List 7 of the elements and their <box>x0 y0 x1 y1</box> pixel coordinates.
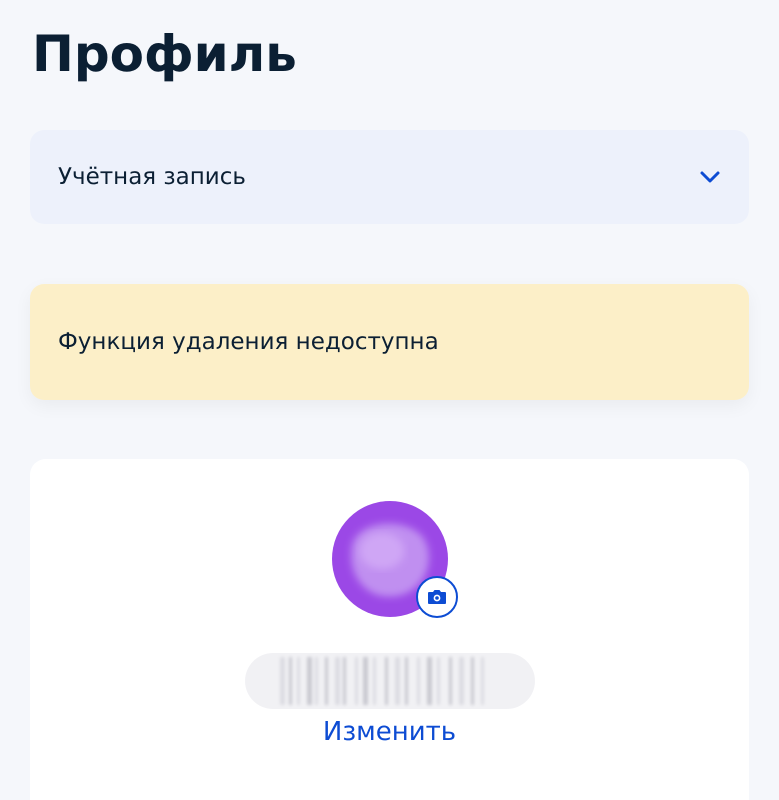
camera-icon <box>426 589 446 605</box>
edit-link[interactable]: Изменить <box>322 717 456 747</box>
page-title: Профиль <box>32 24 298 85</box>
account-dropdown[interactable]: Учётная запись <box>30 130 749 224</box>
chevron-icon <box>699 170 721 184</box>
camera-button[interactable] <box>416 576 458 618</box>
warning-message: Функция удаления недоступна <box>30 284 749 400</box>
